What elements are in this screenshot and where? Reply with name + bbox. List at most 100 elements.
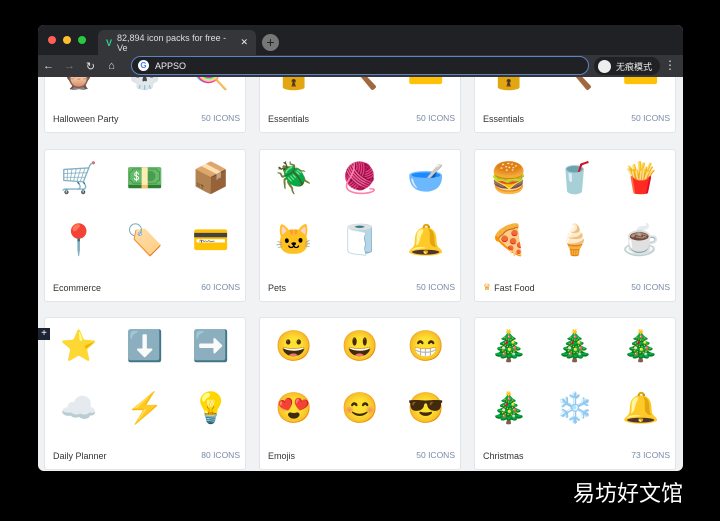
pack-name[interactable]: Christmas xyxy=(483,451,524,461)
watermark: 易坊好文馆 xyxy=(573,482,684,507)
more-menu-icon[interactable]: ⋮ xyxy=(664,58,676,72)
pack-name[interactable]: ♛ Fast Food xyxy=(483,282,535,293)
pack-preview-icon: 😍 xyxy=(275,391,313,425)
pack-preview-icon: 🎄 xyxy=(490,391,528,425)
tab-bar: V 82,894 icon packs for free - Ve ✕ + xyxy=(38,25,683,55)
pack-name-text: Ecommerce xyxy=(53,283,102,293)
pack-preview-icon: 🔒 xyxy=(274,77,314,94)
icon-count: 60 ICONS xyxy=(201,282,240,292)
close-window-button[interactable] xyxy=(48,36,56,44)
icon-count: 50 ICONS xyxy=(631,113,670,123)
pack-preview-icon: 🏷️ xyxy=(126,223,164,257)
minimize-window-button[interactable] xyxy=(63,36,71,44)
forward-icon[interactable]: → xyxy=(59,60,80,72)
pack-name-text: Daily Planner xyxy=(53,451,107,461)
pack-preview-icon: ☕ xyxy=(622,223,660,257)
icon-pack-card[interactable]: 🔒 🔨 💳 Essentials 50 ICONS xyxy=(474,77,676,133)
icon-count: 50 ICONS xyxy=(201,113,240,123)
pack-preview-icon: ⭐ xyxy=(60,329,98,363)
icon-pack-card[interactable]: 🛒 💵 📦 📍 🏷️ 💳 Ecommerce 60 ICONS xyxy=(44,149,246,302)
new-tab-button[interactable]: + xyxy=(262,34,279,51)
browser-tab[interactable]: V 82,894 icon packs for free - Ve ✕ xyxy=(98,30,256,55)
pack-preview-icon: 🦉 xyxy=(59,77,99,94)
pack-preview-icon: 🐱 xyxy=(275,223,313,257)
pack-preview-icon: 🔨 xyxy=(555,77,595,94)
icon-pack-card[interactable]: 🎄 🎄 🎄 🎄 ❄️ 🔔 Christmas 73 ICONS xyxy=(474,317,676,470)
pack-preview-icon: 🔔 xyxy=(407,223,445,257)
pack-preview-icon: 🎄 xyxy=(490,329,528,363)
icon-pack-card[interactable]: ⭐ ⬇️ ➡️ ☁️ ⚡ 💡 Daily Planner 80 ICONS xyxy=(44,317,246,470)
icon-pack-grid: 🎄 🎄 🎄 🎄 ❄️ 🔔 Christmas 73 ICONS 😀 😃 😁 😍 😊 😎 Emojis 50 I… xyxy=(38,77,683,471)
pack-preview-icon: 🎄 xyxy=(556,329,594,363)
back-icon[interactable]: ← xyxy=(38,60,59,72)
pack-preview-icon: 📦 xyxy=(192,161,230,195)
icon-pack-card[interactable]: 🦉 💀 🍭 Halloween Party 50 ICONS xyxy=(44,77,246,133)
pack-preview-icon: ☁️ xyxy=(60,391,98,425)
pack-preview-icon: 🧻 xyxy=(341,223,379,257)
icon-pack-card[interactable]: 🍔 🥤 🍟 🍕 🍦 ☕ ♛ Fast Food 50 ICONS xyxy=(474,149,676,302)
pack-preview-icon: 🛒 xyxy=(60,161,98,195)
incognito-indicator[interactable]: 无痕模式 xyxy=(594,57,661,75)
pack-preview-icon: 😎 xyxy=(407,391,445,425)
pack-preview-icon: ❄️ xyxy=(556,391,594,425)
pack-name[interactable]: Essentials xyxy=(268,114,309,124)
pack-name[interactable]: Emojis xyxy=(268,451,295,461)
pack-name[interactable]: Essentials xyxy=(483,114,524,124)
pack-preview-icon: 🧶 xyxy=(341,161,379,195)
pack-name-text: Essentials xyxy=(268,114,310,124)
pack-preview-icon: ➡️ xyxy=(192,329,230,363)
pack-name[interactable]: Pets xyxy=(268,283,286,293)
pack-preview-icon: 🍔 xyxy=(490,161,528,195)
pack-preview-icon: 💳 xyxy=(621,77,661,94)
add-button[interactable]: + xyxy=(38,328,50,340)
pack-name-text: Halloween Party xyxy=(53,114,119,124)
pack-preview-icon: 🔒 xyxy=(489,77,529,94)
icon-count: 50 ICONS xyxy=(631,282,670,292)
site-logo-icon: V xyxy=(106,37,113,48)
reload-icon[interactable]: ↻ xyxy=(80,60,101,73)
browser-window: V 82,894 icon packs for free - Ve ✕ + ← … xyxy=(38,25,683,471)
icon-count: 50 ICONS xyxy=(416,113,455,123)
pack-preview-icon: 🍭 xyxy=(191,77,231,94)
pack-preview-icon: 🍦 xyxy=(556,223,594,257)
pack-preview-icon: 🥣 xyxy=(407,161,445,195)
pack-preview-icon: 💳 xyxy=(406,77,446,94)
crown-icon: ♛ xyxy=(483,282,492,292)
icon-pack-card[interactable]: 😀 😃 😁 😍 😊 😎 Emojis 50 ICONS xyxy=(259,317,461,470)
address-bar[interactable]: G APPSO xyxy=(131,56,589,75)
pack-preview-icon: ⚡ xyxy=(126,391,164,425)
icon-count: 73 ICONS xyxy=(631,450,670,460)
close-tab-icon[interactable]: ✕ xyxy=(240,37,248,48)
pack-preview-icon: 🍕 xyxy=(490,223,528,257)
pack-name[interactable]: Halloween Party xyxy=(53,114,119,124)
pack-preview-icon: 😃 xyxy=(341,329,379,363)
pack-preview-icon: 🍟 xyxy=(622,161,660,195)
pack-preview-icon: 🪲 xyxy=(275,161,313,195)
maximize-window-button[interactable] xyxy=(78,36,86,44)
pack-preview-icon: 💀 xyxy=(125,77,165,94)
pack-preview-icon: 🎄 xyxy=(622,329,660,363)
home-icon[interactable]: ⌂ xyxy=(101,60,122,72)
pack-name-text: Emojis xyxy=(268,451,296,461)
icon-count: 80 ICONS xyxy=(201,450,240,460)
pack-preview-icon: 🔔 xyxy=(622,391,660,425)
pack-preview-icon: 😁 xyxy=(407,329,445,363)
pack-name[interactable]: Daily Planner xyxy=(53,451,107,461)
google-icon: G xyxy=(138,60,149,71)
icon-count: 50 ICONS xyxy=(416,282,455,292)
pack-name-text: Christmas xyxy=(483,451,524,461)
icon-pack-card[interactable]: 🪲 🧶 🥣 🐱 🧻 🔔 Pets 50 ICONS xyxy=(259,149,461,302)
pack-name[interactable]: Ecommerce xyxy=(53,283,101,293)
tab-title: 82,894 icon packs for free - Ve xyxy=(117,32,227,53)
pack-name-text: Fast Food xyxy=(494,282,535,293)
pack-preview-icon: 💳 xyxy=(192,223,230,257)
pack-preview-icon: 💵 xyxy=(126,161,164,195)
pack-preview-icon: 📍 xyxy=(60,223,98,257)
address-text: APPSO xyxy=(155,60,187,71)
pack-preview-icon: ⬇️ xyxy=(126,329,164,363)
icon-count: 50 ICONS xyxy=(416,450,455,460)
incognito-label: 无痕模式 xyxy=(616,61,653,72)
pack-preview-icon: 💡 xyxy=(192,391,230,425)
pack-preview-icon: 😀 xyxy=(275,329,313,363)
icon-pack-card[interactable]: 🔒 🔨 💳 Essentials 50 ICONS xyxy=(259,77,461,133)
